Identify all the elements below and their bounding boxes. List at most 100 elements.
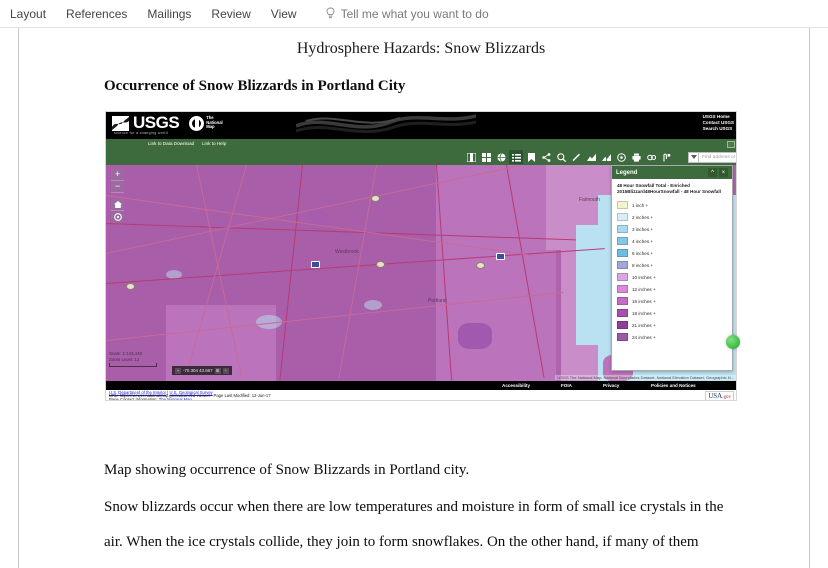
usagov-text: USA bbox=[708, 392, 722, 400]
map-toolbar-icons bbox=[464, 149, 673, 165]
map-label-falmouth: Falmouth bbox=[579, 197, 600, 203]
legend-entry-label: 8 inches + bbox=[632, 263, 653, 268]
legend-entry-label: 24 inches + bbox=[632, 335, 656, 340]
my-location-button[interactable] bbox=[111, 211, 124, 223]
draw-tool-icon[interactable] bbox=[659, 150, 673, 164]
usgs-wordmark: USGS bbox=[133, 115, 179, 131]
legend-panel-header: Legend ^ × bbox=[612, 166, 732, 179]
legend-swatch bbox=[617, 309, 628, 317]
legend-swatch bbox=[617, 333, 628, 341]
map-scale-widget: Scale: 1:144,448 Zoom Level: 12 bbox=[109, 351, 157, 367]
identify-magnifier-icon[interactable] bbox=[554, 150, 568, 164]
map-label-westbrook: Westbrook bbox=[335, 249, 359, 255]
legend-swatch bbox=[617, 249, 628, 257]
map-navigation-tools: + − bbox=[111, 169, 124, 223]
basemap-grid-icon[interactable] bbox=[479, 150, 493, 164]
address-search-box[interactable]: Find address or place bbox=[688, 151, 737, 163]
usgs-corner-links[interactable]: USGS Home Contact USGS Search USGS bbox=[703, 114, 734, 133]
target-locate-icon[interactable] bbox=[614, 150, 628, 164]
map-toolbar: Find address or place bbox=[106, 149, 737, 165]
usgs-logo[interactable]: USGS The National Map bbox=[112, 115, 223, 131]
usgs-footer-text: U.S. Department of the Interior | U.S. G… bbox=[106, 390, 737, 401]
footer-contact-label: Page Contact Information: bbox=[109, 397, 159, 401]
legend-entry-label: 1 inch + bbox=[632, 203, 648, 208]
coordinates-icon[interactable] bbox=[644, 150, 658, 164]
ribbon-tab-layout[interactable]: Layout bbox=[0, 0, 56, 27]
usgs-site-header: USGS The National Map science for a chan… bbox=[106, 112, 737, 139]
usagov-logo[interactable]: USA.gov bbox=[705, 391, 734, 401]
legend-swatch bbox=[617, 273, 628, 281]
legend-entry: 12 inches + bbox=[617, 283, 727, 295]
legend-entry: 10 inches + bbox=[617, 271, 727, 283]
footer-last-modified: Page Last Modified: 12-Jun-17 bbox=[214, 393, 271, 398]
header-toggle-button[interactable] bbox=[727, 141, 735, 148]
legend-entry-label: 15 inches + bbox=[632, 299, 656, 304]
legend-swatch bbox=[617, 297, 628, 305]
ribbon-tab-references[interactable]: References bbox=[56, 0, 137, 27]
legend-entry: 3 inches + bbox=[617, 223, 727, 235]
link-to-help[interactable]: Link to Help bbox=[202, 141, 226, 146]
layers-globe-icon[interactable] bbox=[494, 150, 508, 164]
legend-body: 48 Hour Snowfall Total - Enriched 2015Bl… bbox=[612, 179, 732, 347]
measure-pencil-icon[interactable] bbox=[569, 150, 583, 164]
legend-panel[interactable]: Legend ^ × 48 Hour Snowfall Total - Enri… bbox=[611, 165, 733, 371]
legend-entry-label: 10 inches + bbox=[632, 275, 656, 280]
legend-entry-list: 1 inch +2 inches +3 inches +4 inches +6 … bbox=[617, 199, 727, 343]
close-icon[interactable]: × bbox=[719, 168, 728, 177]
document-heading: Occurrence of Snow Blizzards in Portland… bbox=[104, 78, 405, 95]
national-map-link[interactable]: The National Map bbox=[159, 397, 192, 401]
legend-entry: 18 inches + bbox=[617, 307, 727, 319]
map-canvas[interactable]: Westbrook Portland Falmouth Casco Bay Pe… bbox=[106, 165, 737, 381]
embedded-map-screenshot[interactable]: USGS The National Map science for a chan… bbox=[105, 111, 737, 401]
route-marker-icon bbox=[126, 283, 135, 290]
green-link-bar: Link to Data Download Link to Help bbox=[106, 139, 737, 149]
bookmark-icon[interactable] bbox=[524, 150, 538, 164]
caption-paragraph: Map showing occurrence of Snow Blizzards… bbox=[104, 453, 744, 488]
zoom-in-button[interactable]: + bbox=[111, 169, 124, 181]
foia-link[interactable]: FOIA bbox=[561, 383, 572, 388]
coordinate-toggle-icon[interactable]: + bbox=[175, 368, 181, 374]
legend-swatch bbox=[617, 261, 628, 269]
highway-shield-icon bbox=[311, 261, 320, 268]
legend-swatch bbox=[617, 285, 628, 293]
legend-layer-title-line1: 48 Hour Snowfall Total - Enriched bbox=[617, 183, 690, 188]
legend-entry-label: 18 inches + bbox=[632, 311, 656, 316]
accessibility-link[interactable]: Accessibility bbox=[502, 383, 530, 388]
zoom-out-button[interactable]: − bbox=[111, 181, 124, 193]
ribbon-tab-view[interactable]: View bbox=[261, 0, 307, 27]
legend-swatch bbox=[617, 237, 628, 245]
tnm-line3: Map bbox=[206, 124, 214, 129]
legend-swatch bbox=[617, 225, 628, 233]
map-label-portland: Portland bbox=[428, 298, 447, 304]
policies-notices-link[interactable]: Policies and Notices bbox=[651, 383, 696, 388]
highway-shield-icon bbox=[496, 253, 505, 260]
tell-me-search[interactable]: Tell me what you want to do bbox=[325, 7, 489, 21]
legend-list-icon[interactable] bbox=[509, 150, 523, 164]
chevron-down-icon[interactable] bbox=[688, 152, 699, 163]
share-icon[interactable] bbox=[539, 150, 553, 164]
legend-entry: 15 inches + bbox=[617, 295, 727, 307]
header-swoosh-graphic bbox=[296, 112, 476, 139]
search-usgs-link[interactable]: Search USGS bbox=[703, 126, 734, 132]
document-page[interactable]: Hydrosphere Hazards: Snow Blizzards Occu… bbox=[0, 28, 828, 568]
home-extent-button[interactable] bbox=[111, 199, 124, 211]
search-input[interactable]: Find address or place bbox=[699, 152, 737, 163]
scale-bar bbox=[109, 363, 157, 367]
coordinate-readout[interactable]: + -70.304 43.667 ⊞ ^ bbox=[172, 366, 232, 375]
ribbon-tab-mailings[interactable]: Mailings bbox=[137, 0, 201, 27]
coordinate-copy-icon[interactable]: ⊞ bbox=[215, 368, 221, 374]
link-to-data-download[interactable]: Link to Data Download bbox=[148, 141, 194, 146]
legend-layer-title-line2: 2015Blizzard48HourSnowfall - 48 Hour Sno… bbox=[617, 189, 721, 194]
zoom-level-label: Zoom Level: 12 bbox=[109, 357, 157, 362]
coordinate-expand-icon[interactable]: ^ bbox=[223, 368, 229, 374]
chevron-up-icon[interactable]: ^ bbox=[708, 168, 717, 177]
elevation-profile-icon[interactable] bbox=[584, 150, 598, 164]
legend-entry: 8 inches + bbox=[617, 259, 727, 271]
print-icon[interactable] bbox=[629, 150, 643, 164]
legend-entry-label: 3 inches + bbox=[632, 227, 653, 232]
info-icon[interactable] bbox=[464, 150, 478, 164]
swipe-layers-icon[interactable] bbox=[599, 150, 613, 164]
privacy-link[interactable]: Privacy bbox=[603, 383, 619, 388]
ribbon-tab-review[interactable]: Review bbox=[201, 0, 260, 27]
legend-entry-label: 12 inches + bbox=[632, 287, 656, 292]
